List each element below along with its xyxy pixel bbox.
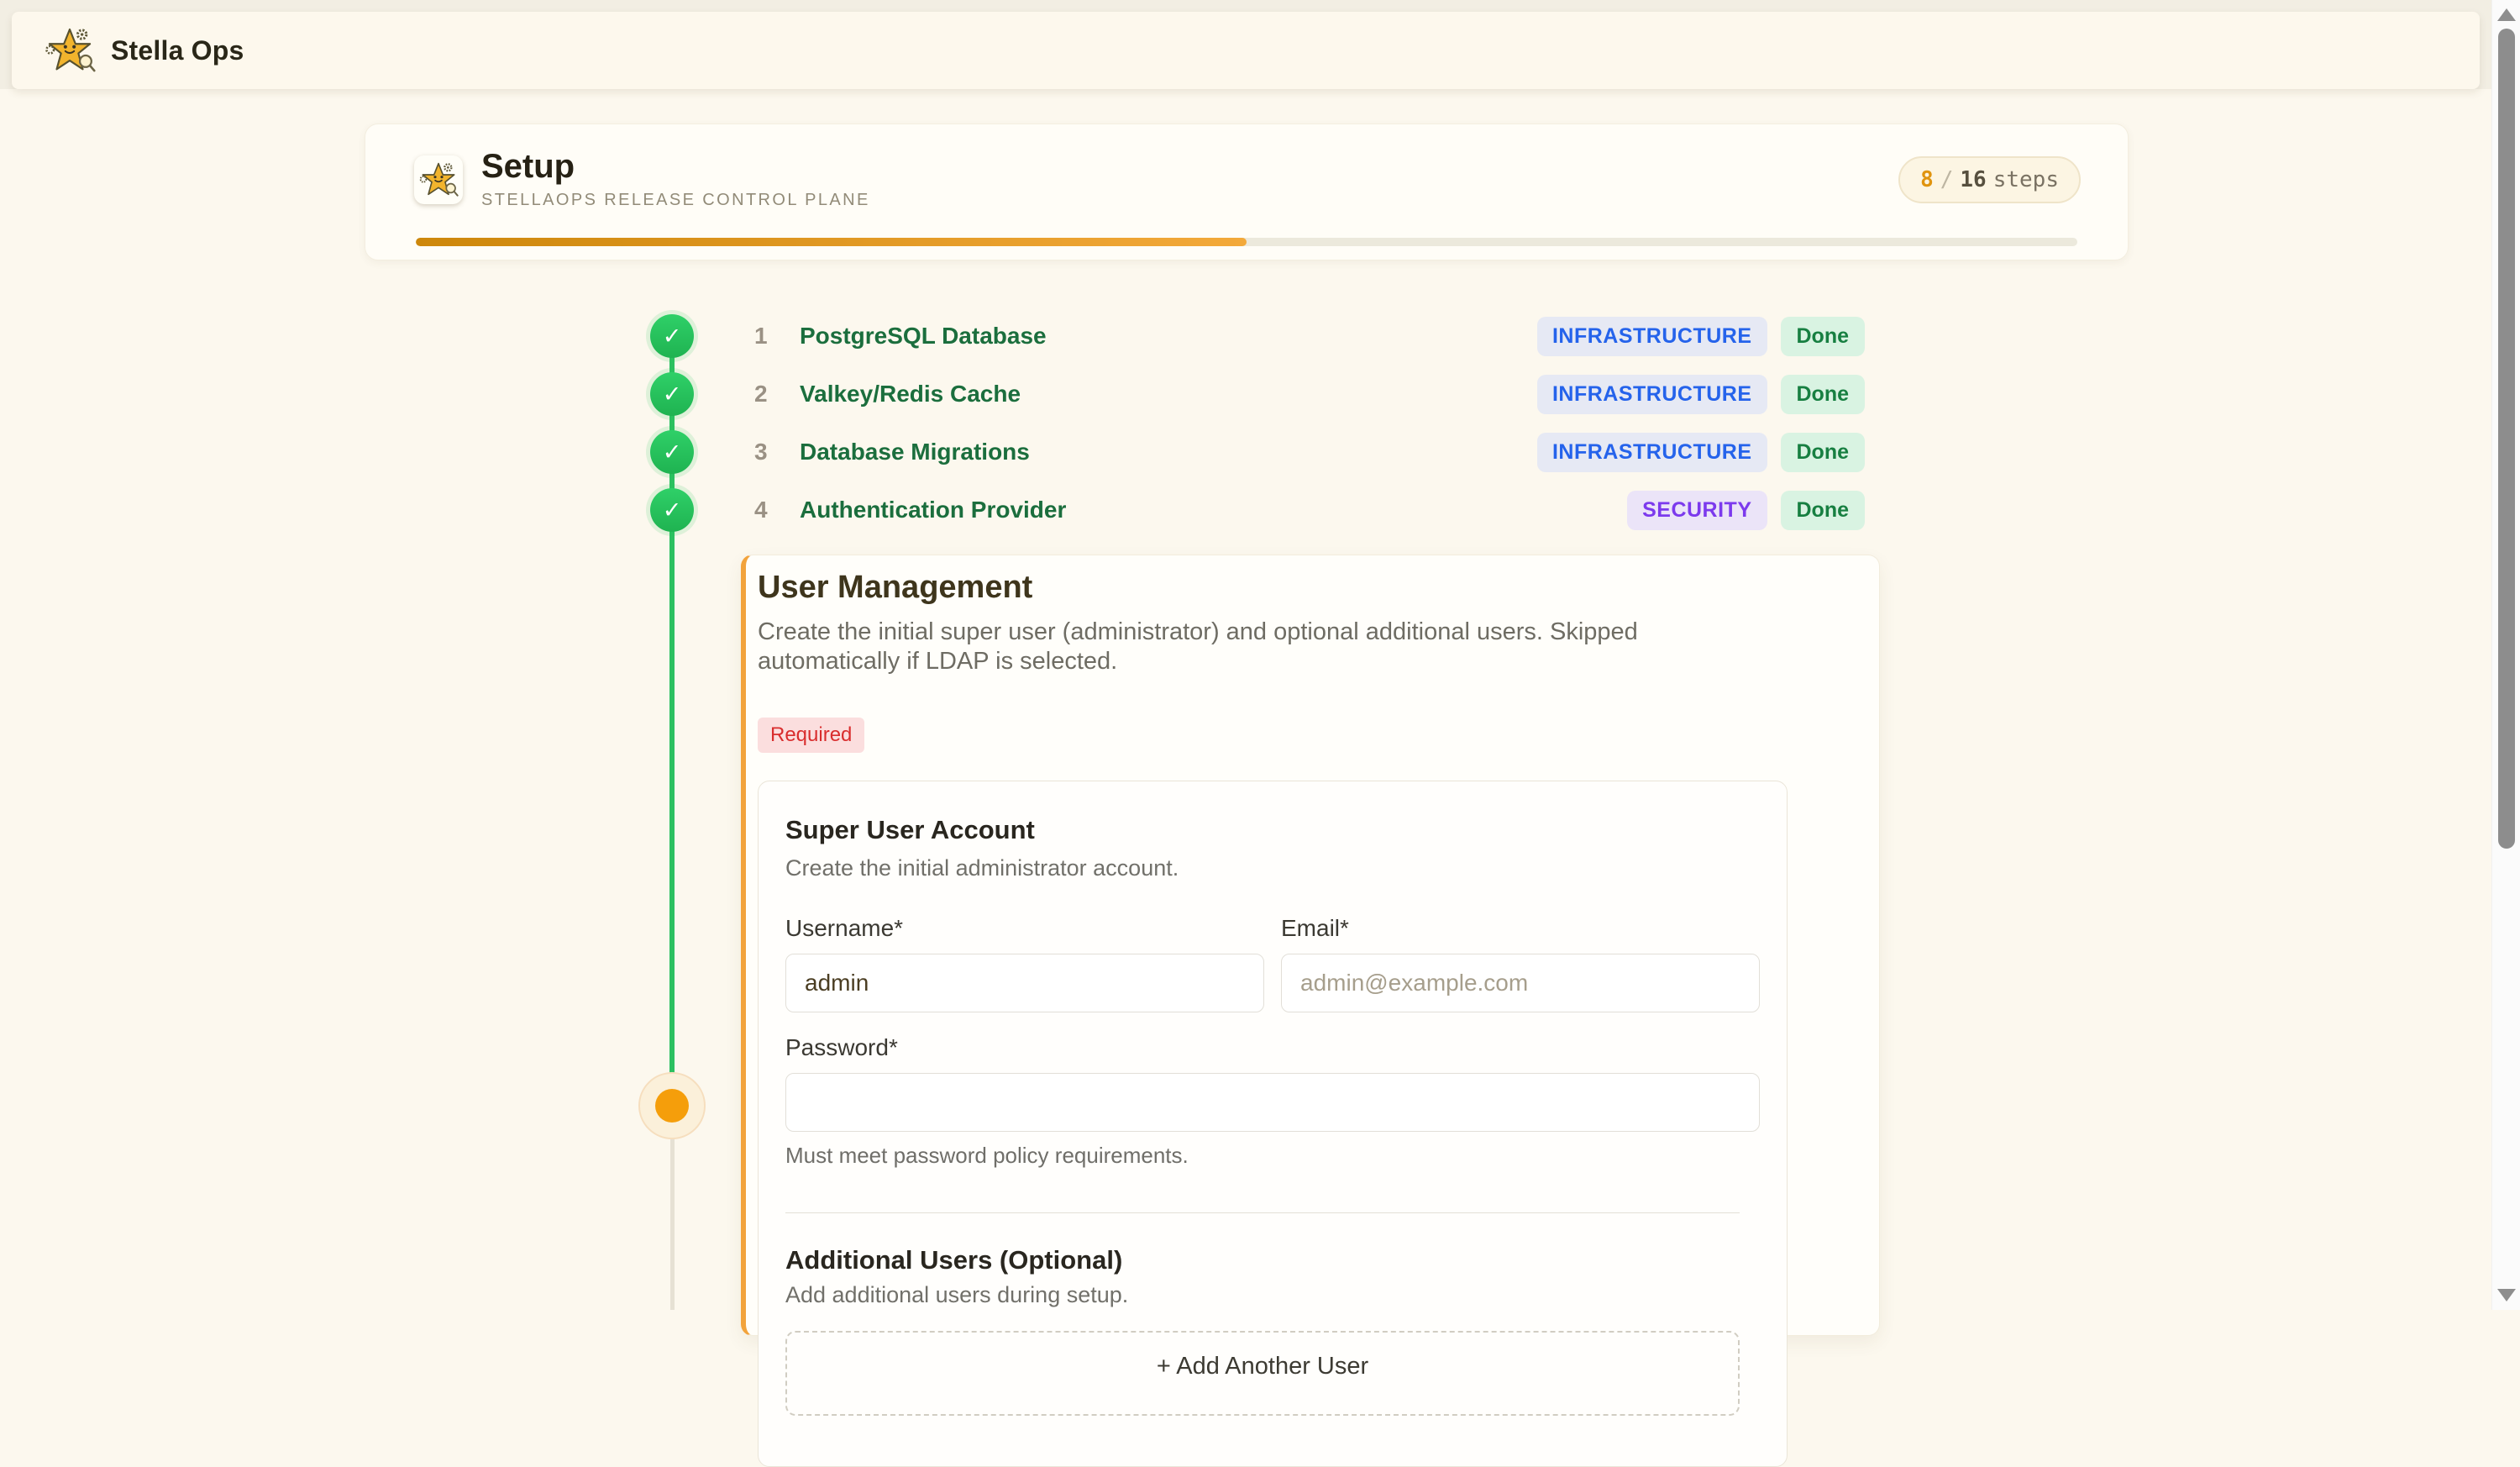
current-step-marker <box>638 1072 706 1139</box>
username-field-group: Username* <box>785 915 1264 1012</box>
steps-total-count: 16 <box>1960 167 1986 192</box>
step-category-badge: INFRASTRUCTURE <box>1537 375 1767 414</box>
step-row[interactable]: ✓ 4 Authentication Provider SECURITY Don… <box>650 488 1865 532</box>
setup-progress-bar <box>416 238 2077 246</box>
scroll-up-icon[interactable] <box>2497 8 2516 21</box>
section-description: Create the initial super user (administr… <box>758 618 1690 676</box>
page-title: Setup <box>481 150 870 183</box>
step-row[interactable]: ✓ 2 Valkey/Redis Cache INFRASTRUCTURE Do… <box>650 372 1865 416</box>
step-row[interactable]: ✓ 3 Database Migrations INFRASTRUCTURE D… <box>650 430 1865 474</box>
add-another-user-button[interactable]: + Add Another User <box>785 1331 1740 1416</box>
additional-users-heading: Additional Users (Optional) <box>785 1245 1760 1275</box>
steps-counter-badge: 8 / 16 steps <box>1898 156 2081 203</box>
step-number: 4 <box>754 497 780 523</box>
star-mascot-icon <box>418 161 459 198</box>
step-status-badge: Done <box>1781 491 1866 530</box>
super-user-subheading: Create the initial administrator account… <box>785 855 1760 881</box>
steps-list: ✓ 1 PostgreSQL Database INFRASTRUCTURE D… <box>650 314 1865 532</box>
step-category-badge: INFRASTRUCTURE <box>1537 317 1767 356</box>
setup-progress-fill <box>416 238 1247 246</box>
current-step-dot <box>655 1089 689 1123</box>
step-number: 2 <box>754 381 780 408</box>
vertical-scrollbar[interactable] <box>2491 0 2520 1310</box>
username-label: Username* <box>785 915 1264 942</box>
setup-logo <box>414 155 463 204</box>
app-header: Stella Ops <box>12 12 2480 89</box>
email-label: Email* <box>1281 915 1760 942</box>
password-input[interactable] <box>785 1073 1760 1132</box>
scroll-down-icon[interactable] <box>2497 1289 2516 1301</box>
step-status-badge: Done <box>1781 317 1866 356</box>
step-status-badge: Done <box>1781 375 1866 414</box>
super-user-form-card: Super User Account Create the initial ad… <box>758 781 1788 1467</box>
page-subtitle: STELLAOPS RELEASE CONTROL PLANE <box>481 191 870 210</box>
step-title[interactable]: Authentication Provider <box>800 497 1066 523</box>
check-circle-icon: ✓ <box>650 372 694 416</box>
brand-name: Stella Ops <box>111 35 244 66</box>
step-number: 1 <box>754 323 780 350</box>
step-title[interactable]: Valkey/Redis Cache <box>800 381 1021 408</box>
required-badge: Required <box>758 718 864 753</box>
check-circle-icon: ✓ <box>650 314 694 358</box>
step-row[interactable]: ✓ 1 PostgreSQL Database INFRASTRUCTURE D… <box>650 314 1865 358</box>
step-status-badge: Done <box>1781 433 1866 472</box>
steps-count-separator: / <box>1940 167 1954 192</box>
check-circle-icon: ✓ <box>650 488 694 532</box>
steps-done-count: 8 <box>1920 167 1934 192</box>
password-hint: Must meet password policy requirements. <box>785 1143 1760 1169</box>
form-divider <box>785 1212 1740 1213</box>
super-user-heading: Super User Account <box>785 815 1760 845</box>
password-label: Password* <box>785 1034 1760 1061</box>
section-title: User Management <box>758 569 1879 607</box>
step-number: 3 <box>754 439 780 465</box>
email-field-group: Email* <box>1281 915 1760 1012</box>
check-circle-icon: ✓ <box>650 430 694 474</box>
steps-count-suffix: steps <box>1993 167 2059 192</box>
additional-users-subheading: Add additional users during setup. <box>785 1282 1760 1308</box>
scrollbar-thumb[interactable] <box>2498 29 2515 849</box>
step-category-badge: INFRASTRUCTURE <box>1537 433 1767 472</box>
step-title[interactable]: PostgreSQL Database <box>800 323 1047 350</box>
step-title[interactable]: Database Migrations <box>800 439 1030 465</box>
setup-card: Setup STELLAOPS RELEASE CONTROL PLANE 8 … <box>365 124 2129 260</box>
password-field-group: Password* Must meet password policy requ… <box>785 1034 1760 1169</box>
email-input[interactable] <box>1281 954 1760 1012</box>
user-management-card: User Management Create the initial super… <box>741 555 1880 1336</box>
username-input[interactable] <box>785 954 1264 1012</box>
stella-ops-logo-icon <box>44 27 96 74</box>
step-category-badge: SECURITY <box>1627 491 1767 530</box>
